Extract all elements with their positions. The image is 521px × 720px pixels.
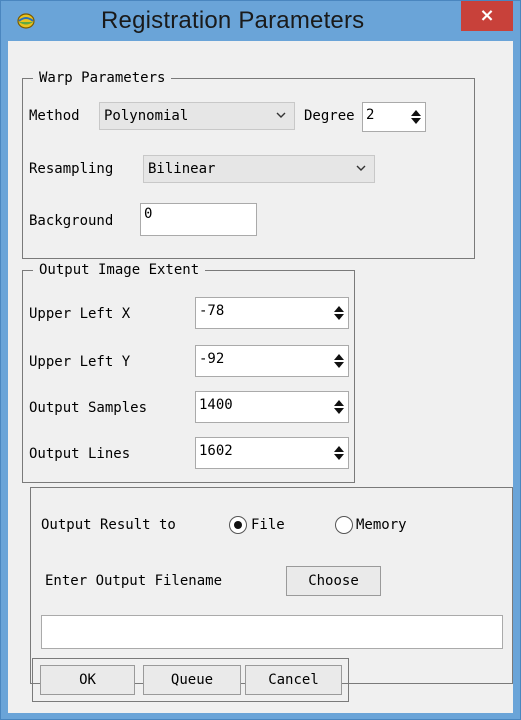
memory-radio-label[interactable]: Memory — [356, 515, 407, 535]
output-samples-value: 1400 — [199, 397, 233, 413]
output-lines-value: 1602 — [199, 443, 233, 459]
degree-spinner[interactable]: 2 — [362, 102, 426, 132]
memory-radio[interactable] — [335, 516, 353, 534]
cancel-button[interactable]: Cancel — [245, 665, 342, 695]
output-image-extent-group: Output Image Extent Upper Left X -78 Upp… — [22, 260, 355, 483]
window-title: Registration Parameters — [101, 7, 365, 34]
output-image-extent-legend: Output Image Extent — [33, 260, 206, 280]
chevron-down-icon — [356, 165, 366, 171]
output-lines-spinner[interactable]: 1602 — [195, 437, 349, 469]
output-samples-spinner[interactable]: 1400 — [195, 391, 349, 423]
spinner-arrows-icon[interactable] — [333, 305, 345, 321]
degree-value: 2 — [366, 107, 375, 123]
output-panel: Output Result to File Memory Enter Outpu… — [30, 487, 513, 684]
resampling-value: Bilinear — [148, 161, 216, 177]
upper-left-x-label: Upper Left X — [29, 306, 131, 322]
choose-button[interactable]: Choose — [286, 566, 381, 596]
filename-label: Enter Output Filename — [45, 573, 223, 589]
upper-left-y-value: -92 — [199, 351, 225, 367]
output-samples-label: Output Samples — [29, 400, 148, 416]
ok-button[interactable]: OK — [40, 665, 135, 695]
queue-button[interactable]: Queue — [143, 665, 241, 695]
spinner-arrows-icon[interactable] — [410, 109, 422, 125]
upper-left-y-label: Upper Left Y — [29, 354, 131, 370]
registration-dialog: Registration Parameters × Warp Parameter… — [0, 0, 521, 720]
title-bar[interactable]: Registration Parameters × — [1, 1, 520, 41]
close-button[interactable]: × — [461, 1, 513, 31]
resampling-select[interactable]: Bilinear — [143, 155, 375, 183]
method-select[interactable]: Polynomial — [99, 102, 295, 130]
upper-left-x-value: -78 — [199, 303, 225, 319]
output-lines-label: Output Lines — [29, 446, 131, 462]
chevron-down-icon — [276, 112, 286, 118]
method-label: Method — [29, 108, 80, 124]
spinner-arrows-icon[interactable] — [333, 399, 345, 415]
warp-parameters-group: Warp Parameters Method Polynomial Degree… — [22, 68, 475, 259]
background-label: Background — [29, 213, 114, 229]
spinner-arrows-icon[interactable] — [333, 445, 345, 461]
upper-left-y-spinner[interactable]: -92 — [195, 345, 349, 377]
app-globe-icon — [17, 13, 35, 29]
radio-selected-dot — [234, 521, 242, 529]
file-radio-label[interactable]: File — [251, 515, 285, 535]
dialog-body: Warp Parameters Method Polynomial Degree… — [8, 41, 513, 713]
background-input[interactable]: 0 — [140, 203, 257, 236]
upper-left-x-spinner[interactable]: -78 — [195, 297, 349, 329]
action-buttons-group: OK Queue Cancel — [32, 658, 349, 702]
background-value: 0 — [144, 206, 153, 222]
degree-label: Degree — [304, 108, 355, 124]
warp-parameters-legend: Warp Parameters — [33, 68, 172, 88]
spinner-arrows-icon[interactable] — [333, 353, 345, 369]
file-radio[interactable] — [229, 516, 247, 534]
method-value: Polynomial — [104, 108, 189, 124]
output-filename-input[interactable] — [41, 615, 503, 649]
output-result-label: Output Result to — [41, 517, 176, 533]
resampling-label: Resampling — [29, 161, 114, 177]
